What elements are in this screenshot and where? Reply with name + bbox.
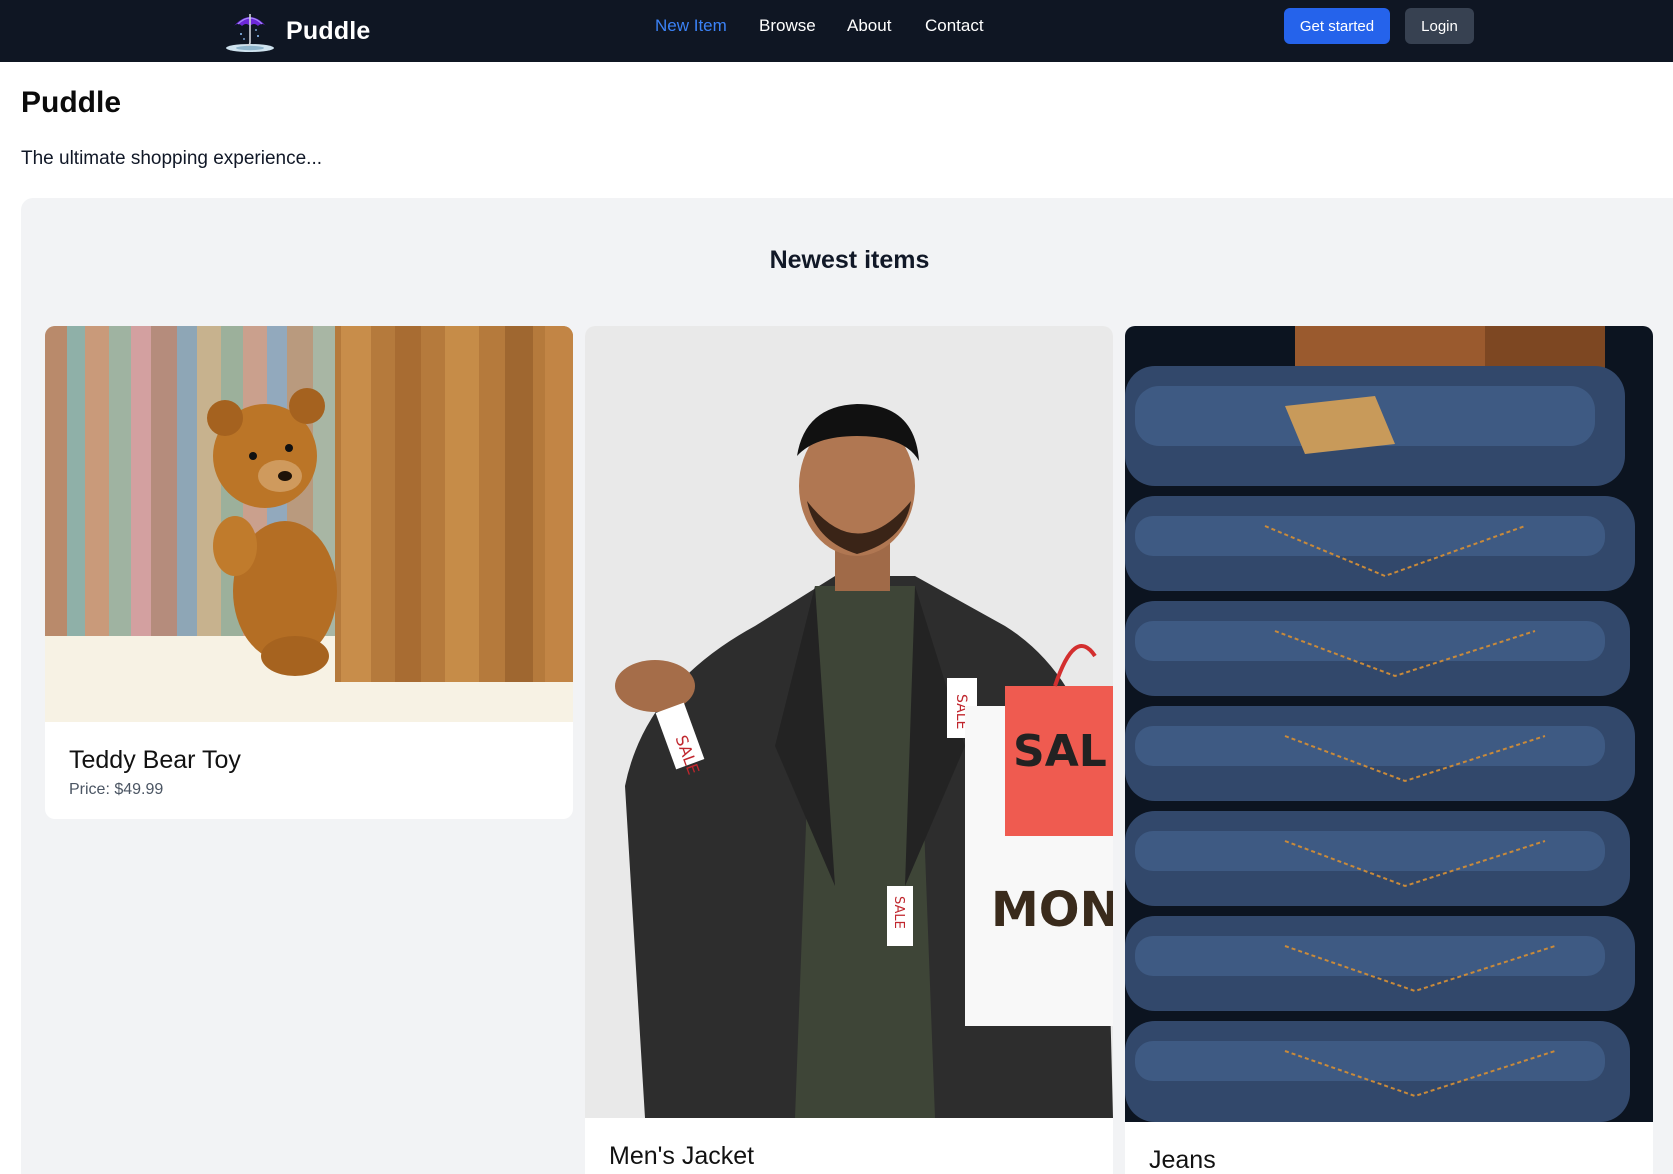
nav-link-contact[interactable]: Contact <box>925 16 984 36</box>
item-card-teddy-bear[interactable]: Teddy Bear Toy Price: $49.99 <box>45 326 573 819</box>
login-button[interactable]: Login <box>1405 8 1474 44</box>
tagline: The ultimate shopping experience... <box>21 148 323 169</box>
get-started-button[interactable]: Get started <box>1284 8 1390 44</box>
card-body: Jeans <box>1125 1122 1653 1174</box>
item-title: Jeans <box>1149 1146 1216 1174</box>
item-card-jeans[interactable]: Jeans <box>1125 326 1653 1174</box>
item-title: Teddy Bear Toy <box>69 746 241 774</box>
top-navbar: Puddle New Item Browse About Contact Get… <box>0 0 1673 62</box>
nav-link-new-item[interactable]: New Item <box>655 16 727 36</box>
page-title: Puddle <box>21 86 122 119</box>
jeans-photo <box>1125 326 1653 1122</box>
item-card-mens-jacket[interactable]: SALE SALE SALE SAL MOND Men's Jacket <box>585 326 1113 1174</box>
card-body: Men's Jacket <box>585 1118 1113 1174</box>
card-body: Teddy Bear Toy Price: $49.99 <box>45 722 573 819</box>
svg-text:SALE: SALE <box>891 896 906 929</box>
mens-jacket-photo: SALE SALE SALE SAL MOND <box>585 326 1113 1118</box>
item-price: Price: $49.99 <box>69 781 164 798</box>
nav-link-about[interactable]: About <box>847 16 891 36</box>
nav-link-browse[interactable]: Browse <box>759 16 816 36</box>
teddy-bear-photo <box>45 326 573 722</box>
svg-text:SAL: SAL <box>1013 726 1107 777</box>
section-title: Newest items <box>769 246 930 274</box>
newest-items-panel: Newest items Teddy Bear Toy Price: $49.9… <box>21 198 1673 1174</box>
svg-text:MOND: MOND <box>991 882 1113 938</box>
item-title: Men's Jacket <box>609 1142 755 1170</box>
